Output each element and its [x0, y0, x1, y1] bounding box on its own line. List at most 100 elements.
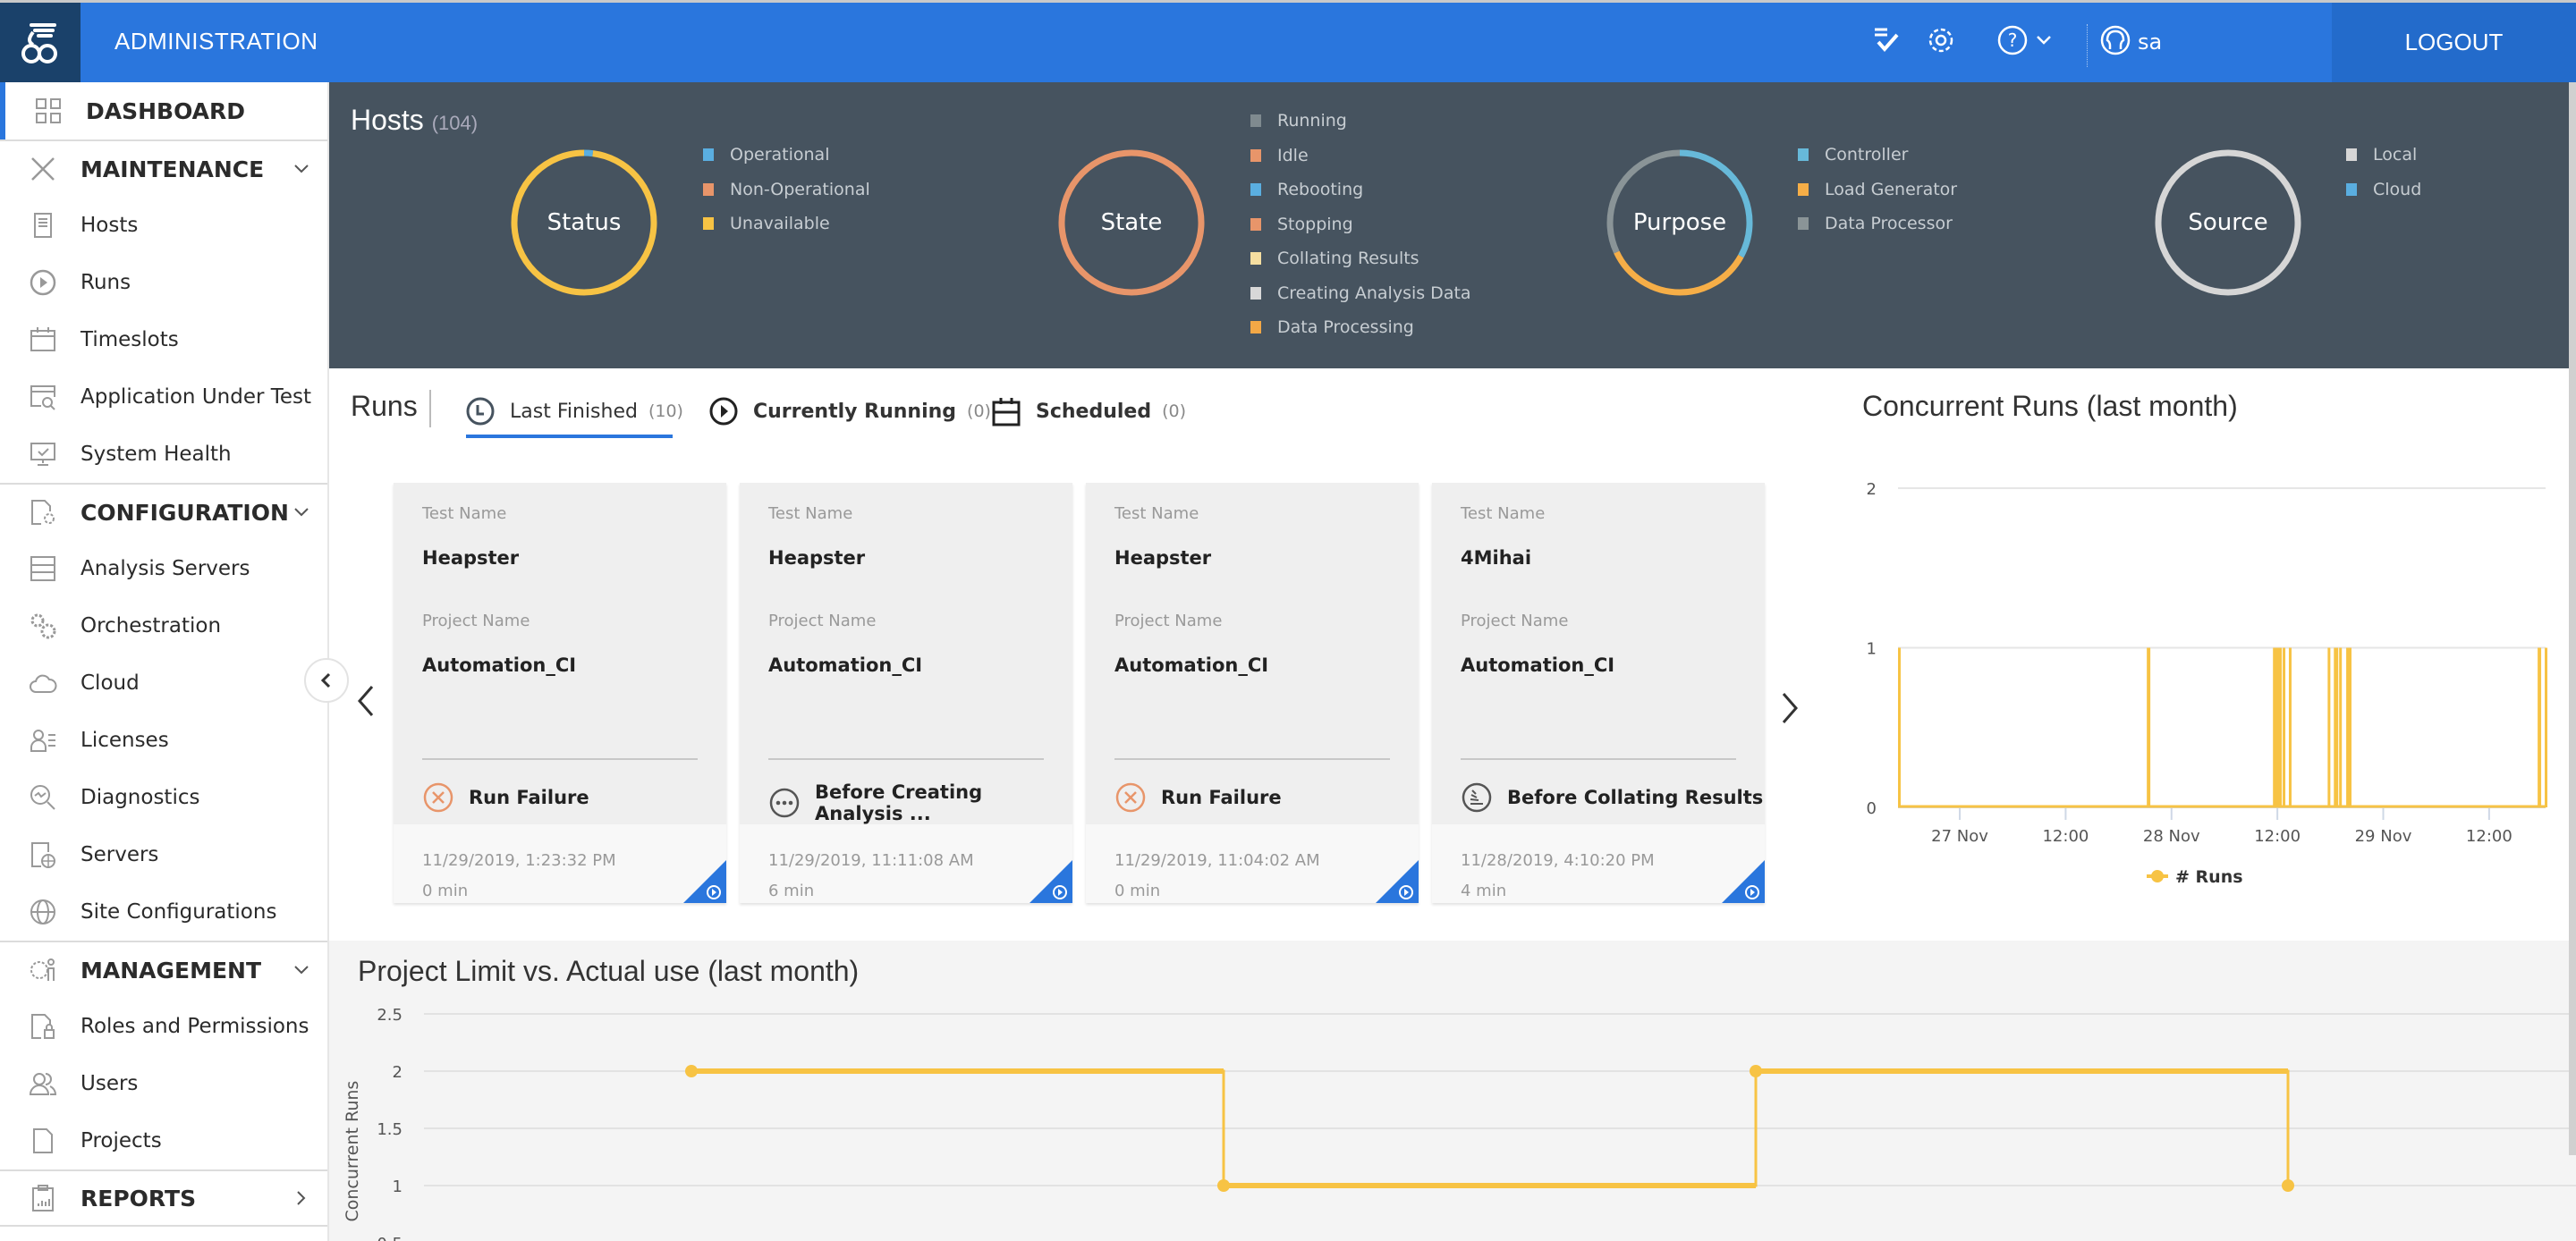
sidebar-item-licenses[interactable]: Licenses	[0, 712, 327, 769]
open-run-corner-icon[interactable]	[1030, 860, 1072, 903]
legend-swatch	[703, 182, 714, 196]
sidebar-item-servers[interactable]: Servers	[0, 826, 327, 883]
user-icon[interactable]	[2099, 24, 2131, 60]
tab-currently-running[interactable]: Currently Running (0)	[708, 393, 991, 429]
runs-spike[interactable]	[2327, 647, 2331, 808]
users-icon	[29, 1069, 57, 1098]
data-point[interactable]	[2282, 1179, 2294, 1192]
chevron-down-icon[interactable]	[2036, 33, 2052, 50]
runs-spike[interactable]	[2538, 647, 2542, 808]
sidebar-item-timeslots[interactable]: Timeslots	[0, 311, 327, 368]
gear-icon[interactable]	[1925, 24, 1957, 60]
legend-item[interactable]: Cloud	[2346, 173, 2421, 207]
legend-swatch	[1798, 148, 1809, 162]
legend-item[interactable]: Collating Results	[1250, 241, 1471, 276]
sidebar-item-users[interactable]: Users	[0, 1055, 327, 1112]
legend-item[interactable]: Rebooting	[1250, 173, 1471, 207]
donut-state[interactable]: State	[1055, 147, 1208, 299]
legend-item[interactable]: Controller	[1798, 138, 1957, 173]
legend-item[interactable]: Creating Analysis Data	[1250, 276, 1471, 311]
chevron-right-icon[interactable]	[292, 1188, 311, 1208]
runs-spike[interactable]	[2283, 647, 2286, 808]
tasks-check-icon[interactable]	[1871, 24, 1902, 58]
legend-item[interactable]: Unavailable	[703, 207, 870, 241]
sidebar-item-runs[interactable]: Runs	[0, 254, 327, 311]
run-duration: 4 min	[1461, 882, 1507, 900]
legend-item[interactable]: Running	[1250, 104, 1471, 139]
runs-spike[interactable]	[2273, 647, 2283, 808]
chevron-down-icon[interactable]	[292, 159, 311, 179]
app-logo[interactable]	[0, 3, 80, 82]
carousel-prev-button[interactable]	[354, 680, 376, 730]
run-card[interactable]: Test Name Heapster Project Name Automation_…	[1086, 483, 1419, 903]
page-scrollbar[interactable]	[2569, 82, 2576, 1155]
runs-spike[interactable]	[2346, 647, 2351, 808]
sidebar-item-orchestration[interactable]: Orchestration	[0, 597, 327, 654]
open-run-corner-icon[interactable]	[683, 860, 726, 903]
sidebar-item-label: System Health	[80, 443, 232, 466]
runs-title: Runs	[351, 390, 418, 422]
sidebar-section-configuration[interactable]: CONFIGURATION	[0, 483, 327, 540]
sidebar-item-projects[interactable]: Projects	[0, 1112, 327, 1169]
data-point[interactable]	[1217, 1179, 1230, 1192]
legend-label[interactable]: # Runs	[2175, 867, 2243, 887]
legend-item[interactable]: Operational	[703, 138, 870, 173]
donut-purpose[interactable]: Purpose	[1604, 147, 1756, 299]
open-run-corner-icon[interactable]	[1722, 860, 1765, 903]
y-tick-label: 2.5	[377, 1006, 402, 1025]
legend-item[interactable]: Stopping	[1250, 207, 1471, 242]
sidebar-item-analysis-servers[interactable]: Analysis Servers	[0, 540, 327, 597]
data-point[interactable]	[685, 1065, 698, 1077]
help-icon[interactable]: ?	[1996, 24, 2029, 60]
legend-item[interactable]: Non-Operational	[703, 173, 870, 207]
run-date: 11/28/2019, 4:10:20 PM	[1461, 851, 1655, 870]
run-card[interactable]: Test Name 4Mihai Project Name Automation_CI…	[1432, 483, 1765, 903]
legend-swatch	[1250, 217, 1261, 231]
legend-item[interactable]: Local	[2346, 138, 2421, 173]
donut-source[interactable]: Source	[2152, 147, 2304, 299]
legend-item[interactable]: Data Processing	[1250, 310, 1471, 345]
legend-item[interactable]: Load Generator	[1798, 173, 1957, 207]
run-card[interactable]: Test Name Heapster Project Name Automation_…	[394, 483, 726, 903]
sidebar-item-application-under-test[interactable]: Application Under Test	[0, 368, 327, 426]
sidebar-item-site-configurations[interactable]: Site Configurations	[0, 883, 327, 941]
legend-swatch	[1250, 148, 1261, 162]
card-footer: 11/29/2019, 1:23:32 PM 0 min	[394, 824, 726, 903]
runs-spike[interactable]	[2288, 647, 2292, 808]
sidebar-item-dashboard[interactable]: DASHBOARD	[0, 82, 327, 139]
sidebar-section-reports[interactable]: REPORTS	[0, 1169, 327, 1227]
run-card[interactable]: Test Name Heapster Project Name Automation_…	[740, 483, 1072, 903]
runs-spike[interactable]	[2339, 647, 2343, 808]
legend-swatch	[1250, 252, 1261, 266]
sidebar-item-diagnostics[interactable]: Diagnostics	[0, 769, 327, 826]
data-point[interactable]	[1750, 1065, 1762, 1077]
sidebar-item-roles-and-permissions[interactable]: Roles and Permissions	[0, 998, 327, 1055]
chevron-down-icon[interactable]	[292, 502, 311, 522]
chevron-down-icon[interactable]	[292, 960, 311, 980]
tab-last-finished[interactable]: Last Finished (10)	[465, 393, 683, 429]
legend-label: Collating Results	[1277, 249, 1419, 269]
tab-label: Scheduled	[1036, 400, 1152, 423]
legend-item[interactable]: Data Processor	[1798, 207, 1957, 241]
runs-spike[interactable]	[1898, 647, 1901, 808]
sidebar-item-hosts[interactable]: Hosts	[0, 197, 327, 254]
sidebar-item-cloud[interactable]: Cloud	[0, 654, 327, 712]
logout-button[interactable]: LOGOUT	[2332, 3, 2576, 82]
carousel-next-button[interactable]	[1780, 687, 1801, 737]
donut-label: Source	[2188, 209, 2268, 236]
sidebar-item-system-health[interactable]: System Health	[0, 426, 327, 483]
user-name[interactable]: sa	[2138, 30, 2162, 55]
sidebar-collapse-button[interactable]	[304, 658, 349, 703]
runs-spike[interactable]	[2334, 647, 2339, 808]
sidebar-section-management[interactable]: MANAGEMENT	[0, 941, 327, 998]
header-divider	[2087, 24, 2088, 67]
donut-status[interactable]: Status	[508, 147, 660, 299]
sidebar-item-label: DASHBOARD	[86, 97, 246, 124]
open-run-corner-icon[interactable]	[1376, 860, 1419, 903]
runs-spike[interactable]	[2545, 647, 2548, 808]
tab-scheduled[interactable]: Scheduled (0)	[991, 393, 1186, 429]
legend-item[interactable]: Idle	[1250, 139, 1471, 173]
card-footer: 11/28/2019, 4:10:20 PM 4 min	[1432, 824, 1765, 903]
runs-spike[interactable]	[2147, 647, 2151, 808]
sidebar-section-maintenance[interactable]: MAINTENANCE	[0, 139, 327, 197]
